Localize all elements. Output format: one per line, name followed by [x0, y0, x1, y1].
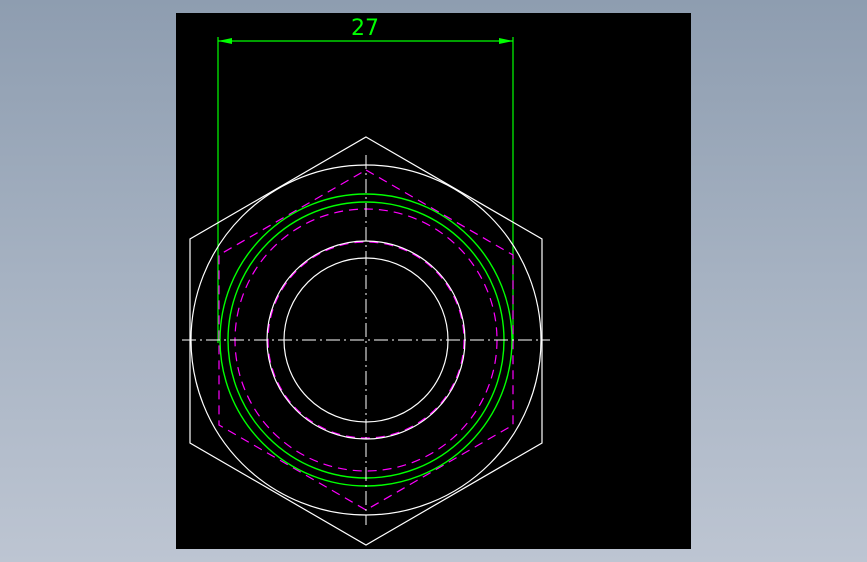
dimension-arrow-right	[499, 38, 513, 44]
dimension-arrow-left	[218, 38, 232, 44]
dimension-label: 27	[351, 16, 379, 41]
hex-nut-drawing: 27	[182, 16, 550, 546]
thread-circle-inner	[227, 201, 505, 479]
